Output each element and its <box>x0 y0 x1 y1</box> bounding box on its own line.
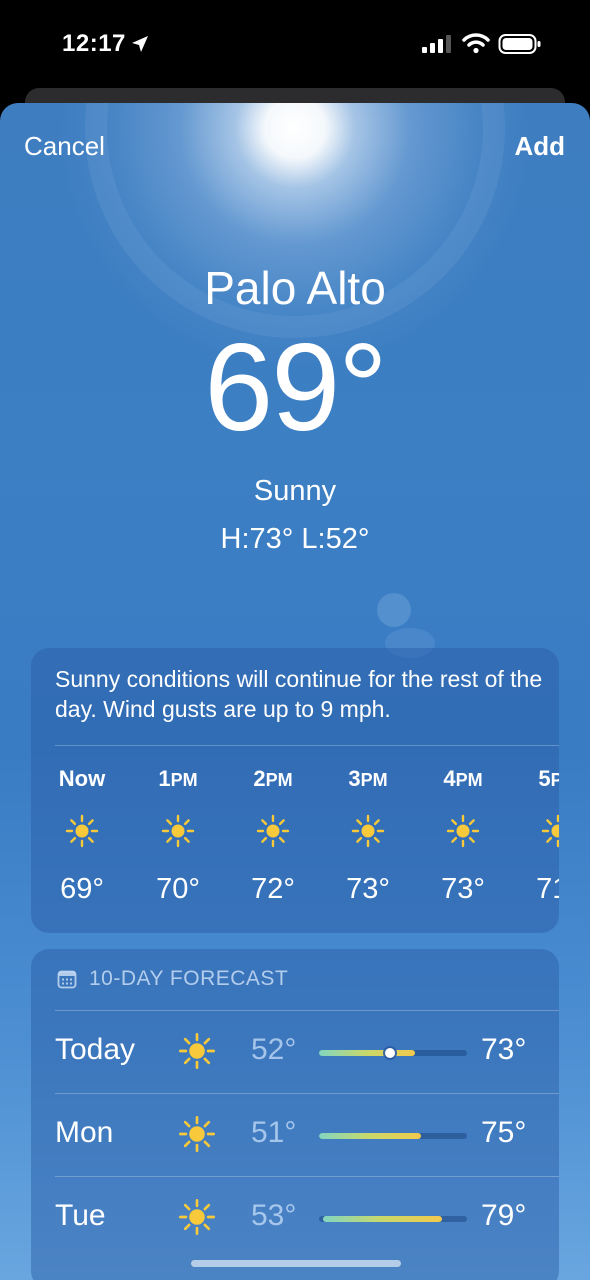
forecast-day: Today <box>55 1033 136 1066</box>
hour-temperature: 72° <box>251 873 295 905</box>
cellular-signal-icon <box>422 35 451 53</box>
forecast-high: 73° <box>481 1033 527 1066</box>
cancel-button[interactable]: Cancel <box>24 131 105 162</box>
temperature-range-bar <box>319 1048 467 1058</box>
status-time: 12:17 <box>62 30 126 57</box>
hour-label: 3PM <box>348 766 388 791</box>
temperature-range-bar <box>319 1133 467 1139</box>
hour-label: 5PM <box>538 766 559 791</box>
forecast-day: Mon <box>55 1116 114 1149</box>
weather-summary: Sunny conditions will continue for the r… <box>55 666 543 722</box>
battery-icon <box>498 34 541 54</box>
forecast-day: Tue <box>55 1199 106 1232</box>
high-low-temperature: H:73° L:52° <box>220 523 370 555</box>
temperature-range-fill <box>319 1133 422 1139</box>
forecast-row[interactable]: Tue 53° 79° <box>31 1177 559 1259</box>
temperature-range-fill <box>323 1216 442 1222</box>
sun-icon <box>179 1033 216 1069</box>
city-name: Palo Alto <box>204 262 386 314</box>
current-temperature-marker <box>385 1048 396 1058</box>
hour-temperature: 71° <box>536 873 559 905</box>
divider <box>55 745 559 746</box>
wifi-icon <box>462 33 490 54</box>
hour-temperature: 69° <box>60 873 104 905</box>
location-arrow-icon <box>132 36 148 52</box>
temperature-range-bar <box>319 1216 467 1222</box>
ten-day-forecast-card[interactable]: 10-DAY FORECAST Today 52° 73° Mon 51° 75… <box>31 949 559 1280</box>
sun-icon <box>179 1116 216 1152</box>
forecast-row[interactable]: Today 52° 73° <box>31 1011 559 1093</box>
forecast-high: 75° <box>481 1116 527 1149</box>
forecast-low: 51° <box>251 1116 297 1149</box>
add-button[interactable]: Add <box>514 131 565 162</box>
current-condition: Sunny <box>253 475 337 507</box>
sun-icon <box>351 814 385 848</box>
forecast-high: 79° <box>481 1199 527 1232</box>
weather-preview-sheet: Cancel Add Palo Alto 69° Sunny H:73° L:5… <box>0 103 590 1280</box>
home-indicator[interactable] <box>191 1260 401 1267</box>
lens-flare <box>377 593 411 627</box>
status-bar: 12:17 <box>0 0 590 90</box>
hour-label: 1PM <box>158 766 198 791</box>
forecast-row[interactable]: Mon 51° 75° <box>31 1094 559 1176</box>
hour-temperature: 73° <box>346 873 390 905</box>
sun-icon <box>446 814 480 848</box>
forecast-low: 52° <box>251 1033 297 1066</box>
hour-temperature: 73° <box>441 873 485 905</box>
hour-label: Now <box>58 766 106 791</box>
sun-icon <box>161 814 195 848</box>
sun-icon <box>256 814 290 848</box>
sun-icon <box>179 1199 216 1235</box>
sun-icon <box>65 814 99 848</box>
calendar-icon <box>57 970 77 989</box>
forecast-low: 53° <box>251 1199 297 1232</box>
hourly-forecast-card[interactable]: Sunny conditions will continue for the r… <box>31 648 559 933</box>
hour-label: 4PM <box>443 766 483 791</box>
current-temperature: 69° <box>204 319 388 457</box>
temperature-range-fill <box>319 1050 416 1056</box>
hour-label: 2PM <box>253 766 293 791</box>
sun-icon <box>541 814 559 848</box>
hour-temperature: 70° <box>156 873 200 905</box>
forecast-title: 10-DAY FORECAST <box>89 967 289 990</box>
